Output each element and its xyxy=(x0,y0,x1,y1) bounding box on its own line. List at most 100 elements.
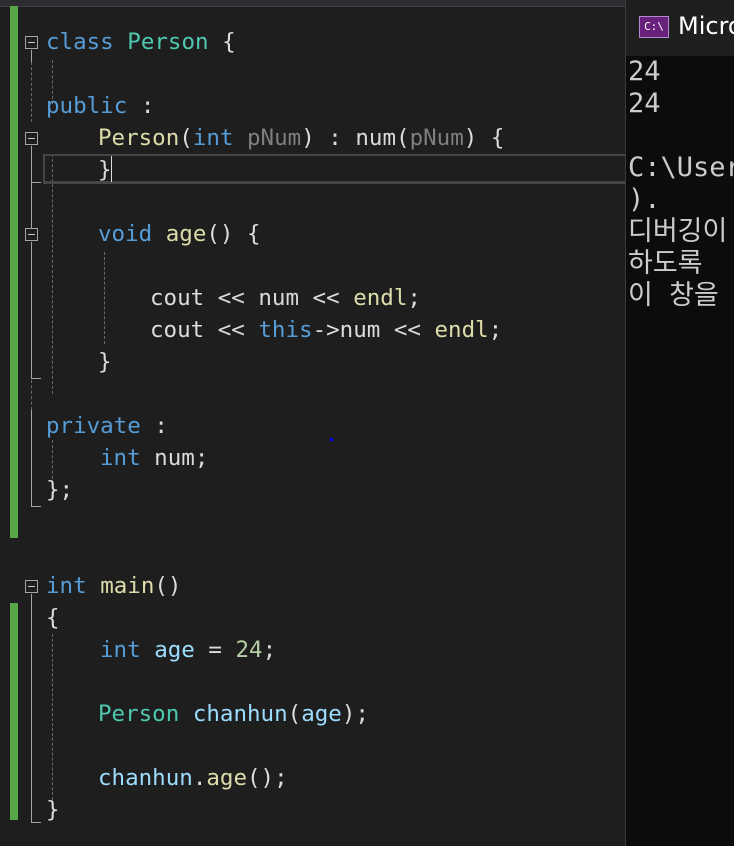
outline-guide xyxy=(31,378,41,379)
code-line-main-decl[interactable]: int main() xyxy=(46,570,181,602)
member: num xyxy=(258,285,300,311)
member: num; xyxy=(140,445,209,471)
parameter: pNum xyxy=(409,125,464,151)
function-name: endl xyxy=(434,317,489,343)
console-app-icon: C:\ xyxy=(639,16,669,38)
punctuation: ( xyxy=(396,125,410,151)
punctuation: ; xyxy=(262,637,277,663)
type-name: Person xyxy=(127,29,209,55)
punctuation: } xyxy=(46,797,60,823)
keyword: int xyxy=(46,573,87,599)
punctuation: () { xyxy=(206,221,261,247)
variable: age xyxy=(154,637,195,663)
keyword: int xyxy=(100,637,141,663)
code-line-class-end[interactable]: }; xyxy=(46,474,73,506)
function-name: age xyxy=(206,765,248,791)
editor-top-border xyxy=(0,0,625,7)
outline-guide xyxy=(31,242,32,378)
punctuation: ) { xyxy=(463,125,505,151)
outline-guide xyxy=(31,822,41,823)
function-name: main xyxy=(100,573,155,599)
identifier: cout xyxy=(150,317,205,343)
code-line-cout-this[interactable]: cout << this->num << endl; xyxy=(150,314,502,346)
outline-guide xyxy=(31,380,32,410)
punctuation: ( xyxy=(287,701,302,727)
console-output-line: C:\Users xyxy=(628,152,734,183)
function-name: age xyxy=(165,221,207,247)
outline-guide xyxy=(31,146,32,182)
console-output-line: 이 창을 xyxy=(628,280,719,311)
collapse-age-icon[interactable] xyxy=(25,228,38,241)
console-output-line: ). xyxy=(628,184,661,215)
punctuation: ( xyxy=(179,125,193,151)
code-line-age-decl[interactable]: void age() { xyxy=(98,218,261,250)
operator: -> xyxy=(312,317,340,343)
change-indicator-bar xyxy=(10,603,18,820)
operator: = xyxy=(194,637,236,663)
punctuation: { xyxy=(208,29,236,55)
code-line-constructor[interactable]: Person(int pNum) : num(pNum) { xyxy=(98,122,504,154)
code-line-age-call[interactable]: chanhun.age(); xyxy=(98,762,288,794)
change-indicator-bar xyxy=(10,6,18,538)
constructor-name: Person xyxy=(98,125,180,151)
punctuation: ) : xyxy=(301,125,356,151)
punctuation: { xyxy=(46,605,60,631)
punctuation: ; xyxy=(407,285,421,311)
debug-console-window[interactable]: C:\ Micro 24 24 C:\Users ). 디버깅이 하도록 이 창… xyxy=(625,0,734,846)
code-line-main-open[interactable]: { xyxy=(46,602,60,634)
member: num xyxy=(355,125,397,151)
identifier: cout xyxy=(150,285,205,311)
punctuation: ); xyxy=(341,701,369,727)
keyword: void xyxy=(98,221,153,247)
outline-guide xyxy=(31,50,32,62)
operator: << xyxy=(204,285,259,311)
code-editor[interactable]: class Person { public : Person(int pNum)… xyxy=(0,0,625,846)
breakpoint-marker xyxy=(330,438,333,441)
keyword: int xyxy=(192,125,234,151)
punctuation: : xyxy=(127,93,155,119)
punctuation: ; xyxy=(488,317,503,343)
code-line-person-obj[interactable]: Person chanhun(age); xyxy=(98,698,369,730)
indent-guide xyxy=(52,154,53,394)
punctuation: } xyxy=(98,349,112,375)
operator: << xyxy=(204,317,259,343)
indent-guide xyxy=(52,634,53,810)
console-output-line: 24 xyxy=(628,56,661,87)
code-line-num-decl[interactable]: int num; xyxy=(100,442,208,474)
console-output-line: 하도록 xyxy=(628,248,703,279)
punctuation: . xyxy=(192,765,207,791)
collapse-main-icon[interactable] xyxy=(25,580,38,593)
punctuation: (); xyxy=(247,765,288,791)
code-line-private[interactable]: private : xyxy=(46,410,168,442)
console-output-line: 24 xyxy=(628,88,661,119)
type-name: Person xyxy=(98,701,180,727)
keyword: this xyxy=(258,317,313,343)
operator: << xyxy=(299,285,354,311)
operator: << xyxy=(380,317,435,343)
variable: age xyxy=(301,701,342,727)
outline-guide xyxy=(31,594,32,822)
code-line-constructor-end[interactable]: } xyxy=(98,154,112,186)
code-line-cout-num[interactable]: cout << num << endl; xyxy=(150,282,421,314)
collapse-class-icon[interactable] xyxy=(25,36,38,49)
keyword: int xyxy=(100,445,141,471)
punctuation: } xyxy=(98,157,112,183)
number-literal: 24 xyxy=(235,637,263,663)
code-line-age-end[interactable]: } xyxy=(98,346,112,378)
current-line-highlight xyxy=(43,154,625,184)
punctuation: : xyxy=(140,413,168,439)
outline-guide xyxy=(31,506,41,507)
code-line-class-decl[interactable]: class Person { xyxy=(46,26,236,58)
code-line-age-var[interactable]: int age = 24; xyxy=(100,634,276,666)
console-title: Micro xyxy=(678,12,734,40)
variable: chanhun xyxy=(98,765,193,791)
outline-guide xyxy=(31,182,41,183)
console-title-bar[interactable]: C:\ Micro xyxy=(626,0,734,56)
outline-guide xyxy=(31,410,32,506)
code-line-public[interactable]: public : xyxy=(46,90,154,122)
indent-guide xyxy=(104,252,105,344)
code-line-main-close[interactable]: } xyxy=(46,794,60,826)
outline-guide xyxy=(31,62,32,122)
collapse-constructor-icon[interactable] xyxy=(25,132,38,145)
variable: chanhun xyxy=(192,701,288,727)
